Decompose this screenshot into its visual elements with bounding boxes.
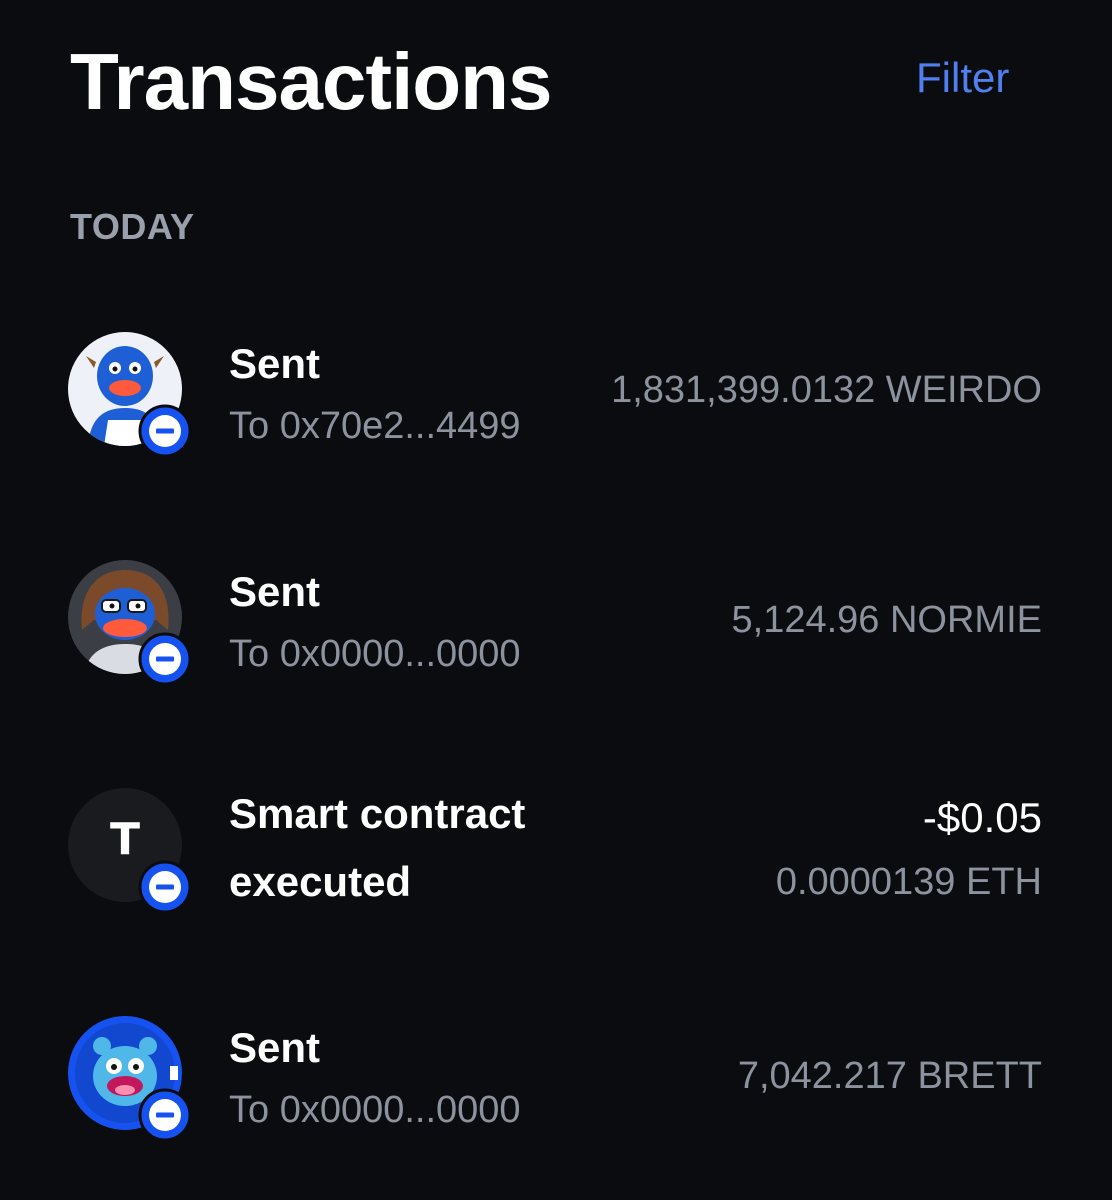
- transaction-label: Sent: [229, 340, 321, 387]
- transaction-avatar: [68, 1016, 192, 1142]
- minus-circle-icon: [138, 860, 192, 914]
- minus-circle-icon: [138, 404, 192, 458]
- filter-button[interactable]: Filter: [916, 52, 1009, 104]
- transaction-recipient: To 0x0000...0000: [229, 633, 521, 675]
- transaction-amount: 7,042.217 BRETT: [737, 1055, 1042, 1097]
- transaction-recipient: To 0x0000...0000: [229, 1089, 521, 1131]
- transaction-avatar: T: [68, 788, 192, 914]
- transaction-label: Sent: [229, 1024, 321, 1071]
- minus-circle-icon: [138, 1088, 192, 1142]
- transaction-row[interactable]: Sent To 0x70e2...4499 1,831,399.0132 WEI…: [0, 320, 1112, 500]
- smart-contract-glyph: T: [109, 814, 140, 865]
- transaction-label: Sent: [229, 568, 321, 615]
- minus-circle-icon: [138, 632, 192, 686]
- transaction-amount: 1,831,399.0132 WEIRDO: [611, 369, 1042, 411]
- transaction-avatar: [68, 560, 192, 686]
- transaction-recipient: To 0x70e2...4499: [229, 405, 521, 447]
- transaction-label: Smart contract: [229, 790, 526, 837]
- transaction-label-continued: executed: [229, 858, 412, 905]
- transaction-row[interactable]: Sent To 0x0000...0000 5,124.96 NORMIE: [0, 548, 1112, 728]
- transaction-fiat-amount: -$0.05: [922, 794, 1042, 841]
- transaction-row[interactable]: T Smart contract executed -$0.05 0.00001…: [0, 776, 1112, 956]
- section-header-today: TODAY: [70, 206, 195, 247]
- transaction-row[interactable]: Sent To 0x0000...0000 7,042.217 BRETT: [0, 1004, 1112, 1184]
- page-title: Transactions: [70, 37, 553, 126]
- transaction-amount: 5,124.96 NORMIE: [731, 599, 1042, 641]
- transaction-amount: 0.0000139 ETH: [775, 861, 1042, 903]
- transaction-avatar: [68, 332, 192, 458]
